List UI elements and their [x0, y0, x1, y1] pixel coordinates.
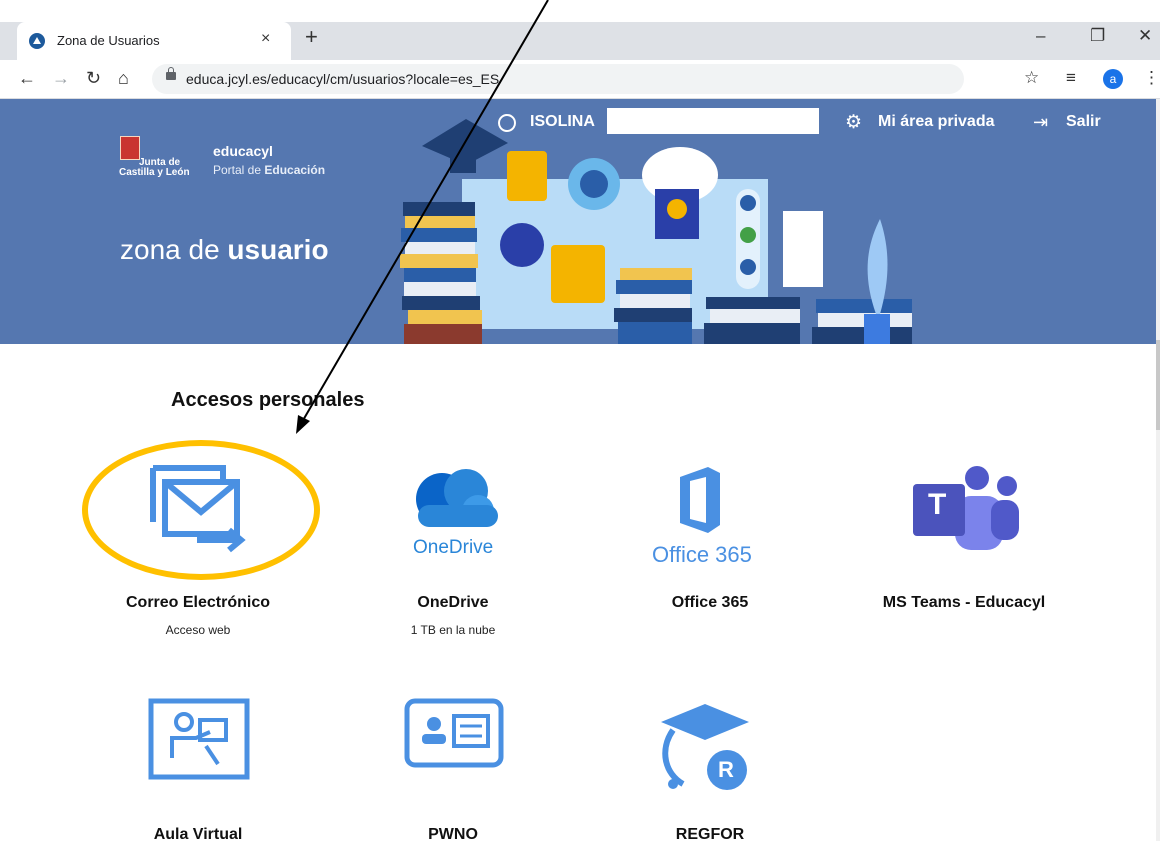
- annotation-arrow: [296, 0, 549, 434]
